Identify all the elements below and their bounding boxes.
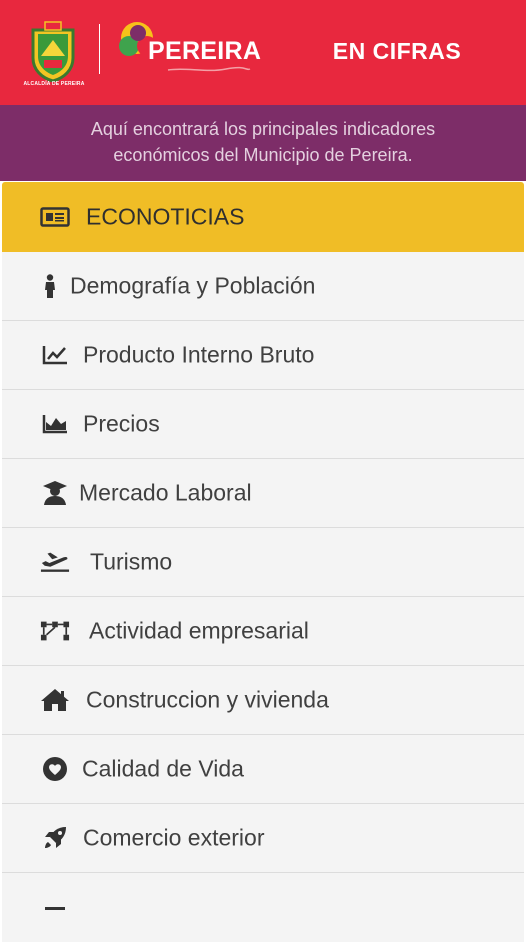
menu-item-turismo[interactable]: Turismo bbox=[2, 528, 524, 597]
menu-item-econoticias[interactable]: ECONOTICIAS bbox=[2, 182, 524, 252]
newspaper-icon bbox=[40, 205, 70, 229]
menu-item-label: Turismo bbox=[90, 548, 173, 575]
menu-item-label: Producto Interno Bruto bbox=[83, 341, 315, 368]
menu-item-actividad-empresarial[interactable]: Actividad empresarial bbox=[2, 597, 524, 666]
menu-item-next-partial[interactable] bbox=[2, 873, 524, 942]
graduate-icon bbox=[40, 481, 70, 505]
intro-line-2: económicos del Municipio de Pereira. bbox=[113, 145, 413, 165]
menu-item-label: Precios bbox=[83, 410, 160, 437]
rocket-icon bbox=[40, 826, 70, 850]
menu-item-pib[interactable]: Producto Interno Bruto bbox=[2, 321, 524, 390]
brand-tagline-graphic bbox=[167, 66, 251, 72]
home-icon bbox=[40, 688, 70, 712]
menu-item-construccion[interactable]: Construccion y vivienda bbox=[2, 666, 524, 735]
heart-icon bbox=[40, 757, 70, 781]
menu-item-mercado-laboral[interactable]: Mercado Laboral bbox=[2, 459, 524, 528]
person-icon bbox=[35, 274, 65, 298]
app-title: EN CIFRAS bbox=[332, 38, 462, 64]
network-icon bbox=[40, 619, 70, 643]
intro-line-1: Aquí encontrará los principales indicado… bbox=[90, 119, 436, 139]
menu-item-label: Construccion y vivienda bbox=[86, 686, 329, 713]
menu-item-comercio-exterior[interactable]: Comercio exterior bbox=[2, 804, 524, 873]
city-crest-logo bbox=[31, 21, 75, 82]
indicator-menu: ECONOTICIAS Demografía y Población Produ… bbox=[2, 182, 524, 942]
area-chart-icon bbox=[40, 412, 70, 436]
plane-icon bbox=[40, 550, 70, 574]
menu-item-label: Calidad de Vida bbox=[82, 755, 244, 782]
header-divider bbox=[99, 24, 100, 74]
menu-item-label: Comercio exterior bbox=[83, 824, 265, 851]
menu-item-label: ECONOTICIAS bbox=[86, 203, 245, 230]
menu-item-precios[interactable]: Precios bbox=[2, 390, 524, 459]
app-header: ALCALDÍA DE PEREIRA PEREIRA EN CIFRAS bbox=[0, 0, 526, 105]
menu-item-label: Mercado Laboral bbox=[79, 479, 252, 506]
menu-item-icon-partial bbox=[40, 896, 70, 920]
menu-item-label: Demografía y Población bbox=[70, 272, 316, 299]
intro-banner: Aquí encontrará los principales indicado… bbox=[0, 105, 526, 181]
menu-item-calidad-de-vida[interactable]: Calidad de Vida bbox=[2, 735, 524, 804]
menu-item-demografia[interactable]: Demografía y Población bbox=[2, 252, 524, 321]
brand-name: PEREIRA bbox=[148, 37, 262, 65]
line-chart-icon bbox=[40, 343, 70, 367]
crest-caption: ALCALDÍA DE PEREIRA bbox=[23, 81, 85, 87]
menu-item-label: Actividad empresarial bbox=[89, 617, 309, 644]
